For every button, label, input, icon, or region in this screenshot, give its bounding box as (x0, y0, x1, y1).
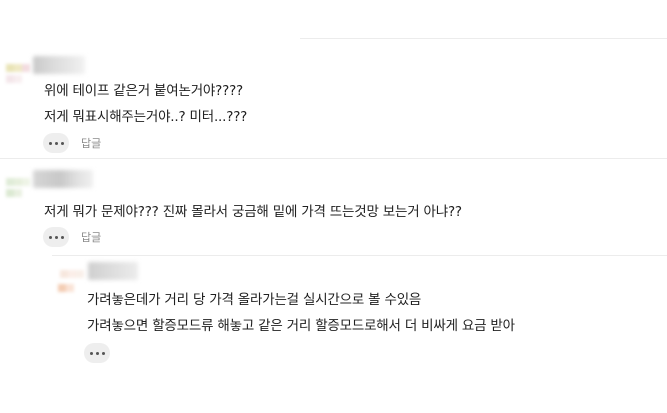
more-dots-icon (54, 141, 58, 145)
more-options-button[interactable] (43, 227, 69, 247)
reply-divider (52, 255, 667, 256)
more-options-button[interactable] (84, 343, 110, 363)
avatar-blur-bottom (6, 75, 22, 83)
reply-text-line: 가려놓은데가 거리 당 가격 올라가는걸 실시간으로 볼 수있음 (87, 292, 422, 308)
username-blurred (33, 170, 93, 188)
more-dots-icon (48, 141, 52, 145)
avatar-blur-bottom (58, 284, 74, 292)
comment-text-line: 위에 테이프 같은거 붙여논거야???? (44, 83, 243, 99)
more-dots-icon (101, 351, 105, 355)
more-dots-icon (95, 351, 99, 355)
comment-text-line: 저게 뭐표시해주는거야..? 미터...??? (44, 109, 248, 125)
username-blurred (33, 56, 85, 74)
more-dots-icon (48, 235, 52, 239)
comment-text-line: 저게 뭐가 문제야??? 진짜 몰라서 궁금해 밑에 가격 뜨는것망 보는거 아… (44, 204, 462, 220)
reply-link[interactable]: 답글 (81, 231, 101, 245)
comment-divider (0, 158, 667, 159)
top-divider (300, 38, 667, 39)
reply-link[interactable]: 답글 (81, 137, 101, 151)
username-blurred (88, 262, 138, 280)
more-options-button[interactable] (43, 133, 69, 153)
avatar (6, 178, 30, 186)
more-dots-icon (60, 141, 64, 145)
avatar (60, 270, 84, 278)
more-dots-icon (60, 235, 64, 239)
more-dots-icon (89, 351, 93, 355)
more-dots-icon (54, 235, 58, 239)
reply-text-line: 가려놓으면 할증모드류 해놓고 같은 거리 할증모드로해서 더 비싸게 요금 받… (87, 318, 515, 334)
avatar (6, 64, 30, 72)
avatar-blur-bottom (6, 189, 22, 197)
